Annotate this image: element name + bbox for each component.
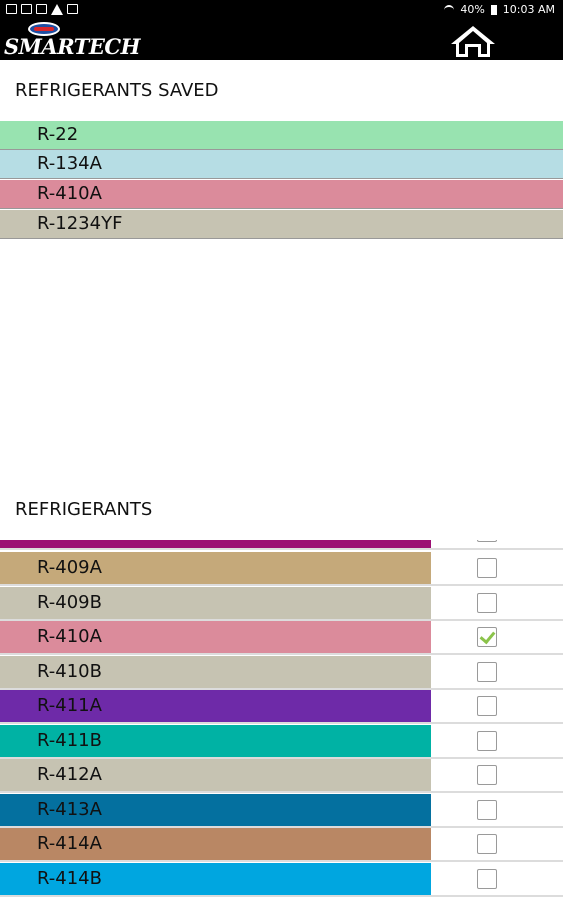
refrigerant-list[interactable]: R-409A R-409B R-410A R-410B R-411A R-411… <box>0 540 563 900</box>
list-item-label: R-412A <box>37 764 102 785</box>
saved-section-title: REFRIGERANTS SAVED <box>15 80 219 101</box>
divider <box>0 548 563 550</box>
color-swatch: R-413A <box>0 793 431 826</box>
saved-item-label: R-22 <box>37 124 79 145</box>
select-checkbox[interactable] <box>477 834 497 854</box>
smartech-logo: SMARTECH <box>4 22 140 60</box>
list-item-label: R-411B <box>37 729 102 751</box>
message-icon <box>6 4 17 14</box>
list-item[interactable]: R-413A <box>0 793 563 829</box>
select-checkbox[interactable] <box>477 730 497 751</box>
color-swatch: R-412A <box>0 759 431 791</box>
list-item[interactable]: R-409A <box>0 552 563 587</box>
list-item[interactable]: R-412A <box>0 759 563 794</box>
select-checkbox[interactable] <box>477 696 497 716</box>
list-item[interactable]: R-414A <box>0 828 563 863</box>
list-item-label: R-413A <box>37 798 102 820</box>
list-item[interactable]: R-414B <box>0 862 563 898</box>
list-item-label: R-409B <box>37 591 102 613</box>
divider <box>0 894 563 897</box>
color-swatch: R-409A <box>0 552 431 584</box>
list-item[interactable]: R-410A <box>0 621 563 656</box>
wifi-icon <box>444 4 455 15</box>
select-checkbox[interactable] <box>477 799 497 820</box>
image-icon <box>21 4 32 14</box>
select-checkbox[interactable] <box>477 661 497 682</box>
select-checkbox[interactable] <box>477 868 497 889</box>
list-item-label: R-409A <box>37 557 102 578</box>
refrigerants-section-title: REFRIGERANTS <box>15 499 153 520</box>
saved-item-r22[interactable]: R-22 <box>0 121 563 150</box>
list-item[interactable] <box>0 540 563 551</box>
battery-level: 40% <box>460 3 485 16</box>
home-icon[interactable] <box>449 24 497 58</box>
list-item[interactable]: R-409B <box>0 586 563 622</box>
color-swatch: R-414B <box>0 862 431 895</box>
battery-icon <box>490 4 497 15</box>
download-icon <box>67 4 78 14</box>
saved-item-label: R-1234YF <box>37 213 123 234</box>
status-bar: 40% 10:03 AM <box>0 0 563 22</box>
list-item-label: R-411A <box>37 695 102 716</box>
select-checkbox[interactable] <box>477 592 497 613</box>
clock: 10:03 AM <box>502 3 555 16</box>
select-checkbox[interactable] <box>477 765 497 785</box>
color-swatch: R-410A <box>0 621 431 653</box>
color-swatch: R-414A <box>0 828 431 860</box>
app-bar: SMARTECH <box>0 22 563 60</box>
list-item-label: R-414B <box>37 867 102 889</box>
cast-icon <box>36 4 47 14</box>
select-checkbox[interactable] <box>477 627 497 647</box>
saved-item-r1234yf[interactable]: R-1234YF <box>0 210 563 239</box>
color-swatch: R-411A <box>0 690 431 722</box>
list-item[interactable]: R-411B <box>0 724 563 760</box>
list-item[interactable]: R-410B <box>0 655 563 691</box>
color-swatch: R-409B <box>0 586 431 619</box>
saved-item-r134a[interactable]: R-134A <box>0 150 563 179</box>
saved-item-label: R-134A <box>37 153 102 174</box>
select-checkbox[interactable] <box>477 540 497 542</box>
notification-icons <box>6 4 78 15</box>
list-item[interactable]: R-411A <box>0 690 563 725</box>
list-item-label: R-410B <box>37 660 102 682</box>
list-item-label: R-410A <box>37 626 102 647</box>
color-swatch: R-411B <box>0 724 431 757</box>
warning-icon <box>51 4 63 15</box>
logo-text: SMARTECH <box>4 34 140 59</box>
list-item-label: R-414A <box>37 833 102 854</box>
select-checkbox[interactable] <box>477 558 497 578</box>
color-swatch <box>0 540 431 548</box>
color-swatch: R-410B <box>0 655 431 688</box>
saved-item-r410a[interactable]: R-410A <box>0 180 563 209</box>
saved-item-label: R-410A <box>37 183 102 204</box>
